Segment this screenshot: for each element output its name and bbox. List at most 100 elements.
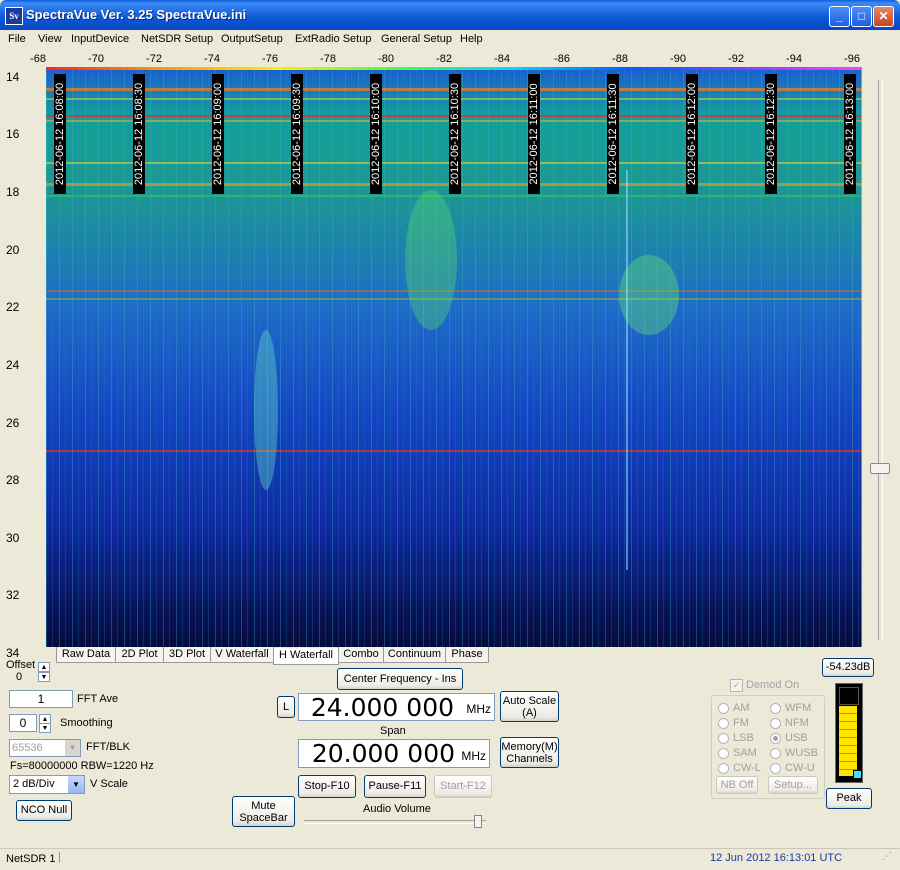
x-tick: -76 xyxy=(262,53,278,65)
timestamp-label: 2012-06-12 16:09:30 xyxy=(291,74,303,194)
tab-raw-data[interactable]: Raw Data xyxy=(56,647,116,663)
center-frequency-display[interactable]: 24.000 000 MHz xyxy=(298,693,495,722)
radio-icon xyxy=(718,747,729,759)
span-label: Span xyxy=(380,725,406,737)
audio-volume-label: Audio Volume xyxy=(363,803,431,815)
timestamp-label: 2012-06-12 16:10:00 xyxy=(370,74,382,194)
memory-channels-button[interactable]: Memory(M) Channels xyxy=(500,737,559,768)
demod-checkbox[interactable]: ✓ xyxy=(730,679,743,692)
fft-blk-dropdown-icon[interactable]: ▼ xyxy=(65,740,80,756)
spectravue-window: Sv SpectraVue Ver. 3.25 SpectraVue.ini _… xyxy=(0,0,900,870)
x-tick: -68 xyxy=(30,53,46,65)
maximize-button[interactable]: □ xyxy=(851,6,872,27)
tab-continuum[interactable]: Continuum xyxy=(383,647,446,663)
vertical-slider-track[interactable] xyxy=(878,80,883,640)
mode-usb[interactable]: USB xyxy=(770,732,808,744)
timestamp-label: 2012-06-12 16:11:00 xyxy=(528,74,540,194)
x-tick: -92 xyxy=(728,53,744,65)
mode-nfm[interactable]: NFM xyxy=(770,717,809,729)
vertical-slider-thumb[interactable] xyxy=(870,463,890,474)
setup-button[interactable]: Setup... xyxy=(768,776,818,794)
mode-wfm[interactable]: WFM xyxy=(770,702,811,714)
radio-icon xyxy=(718,732,729,744)
y-tick: 16 xyxy=(6,127,20,141)
l-button[interactable]: L xyxy=(277,696,295,718)
menu-general-setup[interactable]: General Setup xyxy=(381,33,452,45)
y-tick: 32 xyxy=(6,588,20,602)
peak-button[interactable]: Peak xyxy=(826,788,872,809)
radio-icon xyxy=(718,702,729,714)
x-tick: -80 xyxy=(378,53,394,65)
tab-combo[interactable]: Combo xyxy=(338,647,384,663)
waterfall-plot[interactable]: 2012-06-12 16:08:00 2012-06-12 16:08:30 … xyxy=(46,70,862,647)
minimize-button[interactable]: _ xyxy=(829,6,850,27)
menu-inputdevice[interactable]: InputDevice xyxy=(71,33,129,45)
nb-off-button[interactable]: NB Off xyxy=(716,776,758,794)
offset-spin-down[interactable]: ▼ xyxy=(38,672,50,682)
offset-spin-up[interactable]: ▲ xyxy=(38,662,50,672)
pause-button[interactable]: Pause-F11 xyxy=(364,775,426,798)
x-tick: -88 xyxy=(612,53,628,65)
smoothing-spin-down[interactable]: ▼ xyxy=(39,723,51,733)
x-tick: -96 xyxy=(844,53,860,65)
close-button[interactable]: ✕ xyxy=(873,6,894,27)
vscale-label: V Scale xyxy=(90,778,128,790)
start-button[interactable]: Start-F12 xyxy=(434,775,492,798)
smoothing-input[interactable]: 0 xyxy=(9,714,37,732)
app-icon[interactable]: Sv xyxy=(5,7,23,25)
nco-null-button[interactable]: NCO Null xyxy=(16,800,72,821)
tab-h-waterfall[interactable]: H Waterfall xyxy=(273,648,339,665)
mode-am[interactable]: AM xyxy=(718,702,750,714)
meter-peak-marker xyxy=(853,770,862,779)
x-tick: -70 xyxy=(88,53,104,65)
menu-outputsetup[interactable]: OutputSetup xyxy=(221,33,283,45)
radio-icon xyxy=(770,702,781,714)
audio-volume-slider[interactable] xyxy=(304,820,486,824)
menu-netsdr-setup[interactable]: NetSDR Setup xyxy=(141,33,213,45)
tab-3d-plot[interactable]: 3D Plot xyxy=(163,647,211,663)
vscale-dropdown-icon[interactable]: ▼ xyxy=(68,776,84,793)
x-tick: -94 xyxy=(786,53,802,65)
radio-icon xyxy=(718,717,729,729)
mode-wusb[interactable]: WUSB xyxy=(770,747,818,759)
mute-button[interactable]: Mute SpaceBar xyxy=(232,796,295,827)
timestamp-label: 2012-06-12 16:09:00 xyxy=(212,74,224,194)
menu-bar: File View InputDevice NetSDR Setup Outpu… xyxy=(0,30,900,49)
mode-sam[interactable]: SAM xyxy=(718,747,757,759)
tab-phase[interactable]: Phase xyxy=(445,647,489,663)
radio-icon xyxy=(770,762,781,774)
status-datetime: 12 Jun 2012 16:13:01 UTC xyxy=(710,852,843,864)
mode-cw-l[interactable]: CW-L xyxy=(718,762,761,774)
stop-button[interactable]: Stop-F10 xyxy=(298,775,356,798)
menu-help[interactable]: Help xyxy=(460,33,483,45)
timestamp-label: 2012-06-12 16:12:00 xyxy=(686,74,698,194)
fft-ave-input[interactable]: 1 xyxy=(9,690,73,708)
y-tick: 20 xyxy=(6,243,20,257)
auto-scale-button[interactable]: Auto Scale (A) xyxy=(500,691,559,722)
x-tick: -72 xyxy=(146,53,162,65)
menu-file[interactable]: File xyxy=(8,33,26,45)
timestamp-label: 2012-06-12 16:11:30 xyxy=(607,74,619,194)
mode-lsb[interactable]: LSB xyxy=(718,732,754,744)
mode-fm[interactable]: FM xyxy=(718,717,749,729)
mode-cw-u[interactable]: CW-U xyxy=(770,762,815,774)
y-tick: 26 xyxy=(6,416,20,430)
audio-volume-thumb[interactable] xyxy=(474,815,482,828)
tab-2d-plot[interactable]: 2D Plot xyxy=(115,647,164,663)
fs-rbw-info: Fs=80000000 RBW=1220 Hz xyxy=(10,760,154,772)
level-readout: -54.23dB xyxy=(822,658,874,677)
y-tick: 14 xyxy=(6,70,20,84)
y-tick: 18 xyxy=(6,185,20,199)
center-frequency-button[interactable]: Center Frequency - Ins xyxy=(337,668,463,690)
span-value: 20.000 000 xyxy=(311,739,455,768)
resize-grip-icon[interactable]: ⋰ xyxy=(882,851,892,862)
y-tick: 22 xyxy=(6,300,20,314)
y-tick: 24 xyxy=(6,358,20,372)
tab-v-waterfall[interactable]: V Waterfall xyxy=(210,647,274,663)
status-divider: | xyxy=(58,851,61,863)
x-tick: -86 xyxy=(554,53,570,65)
menu-view[interactable]: View xyxy=(38,33,62,45)
span-display[interactable]: 20.000 000 MHz xyxy=(298,739,490,768)
menu-extradio-setup[interactable]: ExtRadio Setup xyxy=(295,33,371,45)
span-unit: MHz xyxy=(461,749,486,763)
